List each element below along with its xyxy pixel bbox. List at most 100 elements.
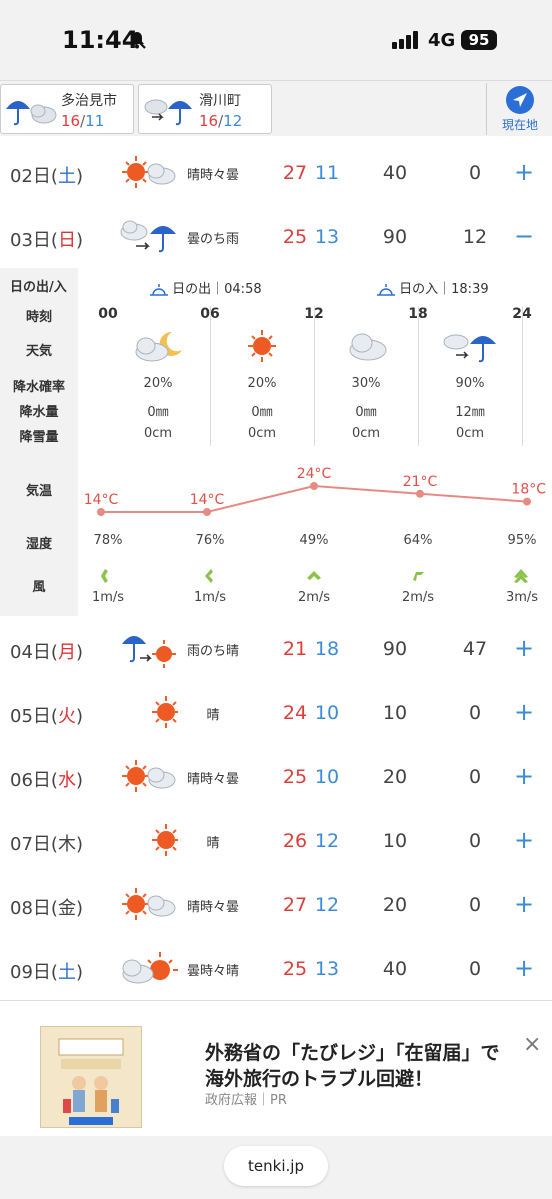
hour-pop: 90%: [455, 376, 485, 391]
day-date: 04日(月): [10, 642, 83, 663]
hour-rain: 0㎜: [147, 405, 169, 420]
weather-text: 晴: [206, 708, 220, 723]
location-card[interactable]: 多治見市 16/11: [0, 84, 134, 134]
sunset-icon: [377, 283, 395, 296]
expand-button[interactable]: +: [510, 634, 538, 662]
temperature-label: 21°C: [403, 474, 438, 490]
status-bar: 11:44 4G 95: [0, 0, 552, 80]
close-icon[interactable]: ×: [523, 1032, 541, 1057]
forecast-row[interactable]: 06日(水) 晴時々曇 25 10 20 0 +: [0, 744, 552, 809]
location-card[interactable]: 滑川町 16/12: [138, 84, 272, 134]
temperature-point: [203, 508, 211, 516]
weather-text: 雨のち晴: [186, 644, 239, 659]
hour-wind: 1m/s: [193, 590, 227, 605]
expand-button[interactable]: +: [510, 890, 538, 918]
forecast-row[interactable]: 09日(土) 曇時々晴 25 13 40 0 +: [0, 936, 552, 1001]
hour-snow: 0cm: [455, 426, 485, 441]
label-weather: 天気: [25, 344, 52, 359]
hour-humidity: 95%: [507, 533, 537, 548]
location-name: 多治見市: [61, 93, 117, 109]
day-date: 02日(土): [10, 166, 83, 187]
detail-labels: 日の出/入 時刻 天気 降水確率 降水量 降雪量 気温 湿度 風: [0, 268, 78, 616]
forecast-row[interactable]: 08日(金) 晴時々曇 27 12 20 0 +: [0, 872, 552, 937]
current-location-label: 現在地: [501, 118, 538, 132]
low-temp: 10: [314, 702, 340, 724]
forecast-row[interactable]: 04日(月) 雨のち晴 21 18 90 47 +: [0, 616, 552, 681]
site-link[interactable]: tenki.jp: [224, 1146, 328, 1186]
forecast-row[interactable]: 03日(日) 曇のち雨 25 13 90 12 −: [0, 204, 552, 269]
forecast-row[interactable]: 07日(木) 晴 26 12 10 0 +: [0, 808, 552, 873]
expand-button[interactable]: +: [510, 954, 538, 982]
wind-direction-icon: [205, 569, 213, 583]
sunrise-time: 日の出｜04:58: [150, 278, 262, 297]
cloud-then-rain-icon: [144, 99, 192, 126]
low-temp: 11: [314, 162, 340, 184]
weather-text: 曇のち雨: [186, 232, 239, 247]
collapse-button[interactable]: −: [510, 222, 538, 250]
temperature-point: [310, 482, 318, 490]
expand-button[interactable]: +: [510, 698, 538, 726]
temperature-label: 24°C: [297, 466, 332, 482]
high-temp: 25: [282, 766, 308, 788]
precip-prob: 10: [382, 702, 408, 724]
temperature-label: 18°C: [511, 482, 546, 498]
forecast-row[interactable]: 05日(火) 晴 24 10 10 0 +: [0, 680, 552, 745]
weather-text: 晴時々曇: [186, 900, 239, 915]
wind-direction-icon: [514, 569, 528, 583]
battery-icon: 95: [461, 30, 497, 50]
hour-humidity: 78%: [93, 533, 123, 548]
precip-amount: 0: [468, 162, 482, 184]
expand-button[interactable]: +: [510, 158, 538, 186]
divider: [522, 306, 523, 446]
precip-amount: 0: [468, 958, 482, 980]
hour-wind: 3m/s: [505, 590, 539, 605]
hour-snow: 0cm: [351, 426, 381, 441]
weather-text: 曇時々晴: [186, 964, 239, 979]
low-temp: 18: [314, 638, 340, 660]
divider: [314, 306, 315, 446]
sunny-cloudy-icon: [122, 888, 176, 920]
sunny-cloudy-icon: [122, 156, 176, 188]
precip-prob: 10: [382, 830, 408, 852]
hour-snow: 0cm: [247, 426, 277, 441]
low-temp: 12: [314, 894, 340, 916]
ad-title[interactable]: 外務省の「たびレジ」「在留届」で海外旅行のトラブル回避！: [205, 1040, 510, 1092]
wind-direction-icon: [307, 571, 321, 580]
hour-rain: 0㎜: [251, 405, 273, 420]
sunny-cloudy-icon: [122, 760, 176, 792]
silent-bell-icon: [128, 31, 146, 49]
precip-amount: 47: [462, 638, 488, 660]
precip-amount: 0: [468, 894, 482, 916]
sunrise-icon: [150, 283, 168, 296]
hour-humidity: 64%: [403, 533, 433, 548]
expand-button[interactable]: +: [510, 762, 538, 790]
hourly-detail: 日の出/入 時刻 天気 降水確率 降水量 降雪量 気温 湿度 風 日の出｜04:…: [0, 268, 552, 617]
high-temp: 21: [282, 638, 308, 660]
forecast-row[interactable]: 02日(土) 晴時々曇 27 11 40 0 +: [0, 140, 552, 205]
current-location-button[interactable]: 現在地: [486, 83, 552, 135]
precip-amount: 0: [468, 766, 482, 788]
hour-label: 00: [98, 306, 118, 322]
low-temp: 10: [314, 766, 340, 788]
hour-pop: 20%: [247, 376, 277, 391]
sunset-time: 日の入｜18:39: [377, 278, 489, 297]
label-humidity: 湿度: [25, 537, 52, 552]
cloud-then-rain-icon: [443, 334, 496, 363]
wind-direction-icon: [101, 569, 108, 583]
footer: tenki.jp: [0, 1136, 552, 1199]
label-sun: 日の出/入: [10, 280, 67, 295]
ad-banner[interactable]: 外務省の「たびレジ」「在留届」で海外旅行のトラブル回避！ 政府広報｜PR ×: [0, 1026, 552, 1136]
rain-cloud-icon: [6, 101, 57, 126]
expand-button[interactable]: +: [510, 826, 538, 854]
cloudy-night-icon: [135, 331, 182, 362]
label-wind: 風: [32, 580, 46, 595]
hour-snow: 0cm: [143, 426, 173, 441]
temperature-point: [416, 489, 424, 498]
temperature-label: 14°C: [190, 492, 225, 508]
weather-text: 晴時々曇: [186, 168, 239, 183]
location-temps: 16/12: [199, 112, 243, 130]
high-temp: 25: [282, 226, 308, 248]
hour-humidity: 76%: [195, 533, 225, 548]
hour-humidity: 49%: [299, 533, 329, 548]
sunny-icon: [152, 696, 178, 728]
